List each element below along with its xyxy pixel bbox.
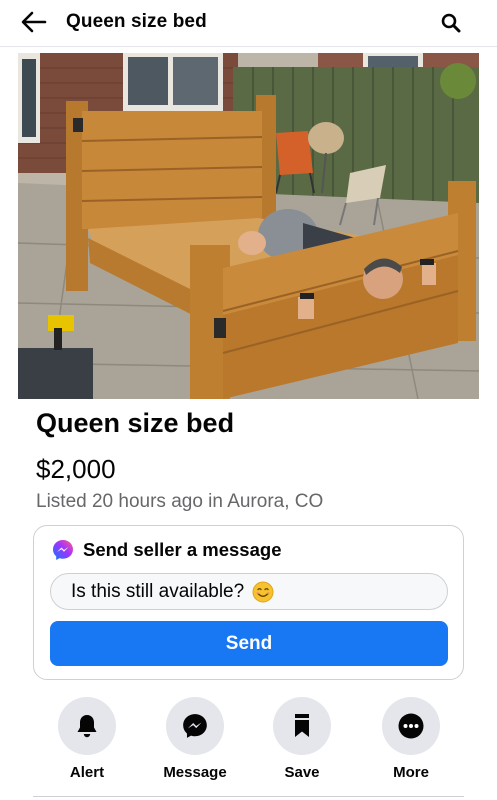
message-input-text: Is this still available? xyxy=(71,580,245,602)
message-card-heading: Send seller a message xyxy=(83,539,282,560)
alert-button[interactable] xyxy=(58,697,116,755)
search-button[interactable] xyxy=(438,10,464,36)
message-action[interactable]: Message xyxy=(150,697,240,781)
top-bar: Queen size bed xyxy=(0,0,497,46)
send-button[interactable]: Send xyxy=(50,621,448,666)
smiling-emoji-icon xyxy=(252,581,274,602)
section-divider xyxy=(33,796,464,797)
more-action[interactable]: More xyxy=(366,697,456,781)
action-bar: Alert Message Save More xyxy=(0,697,497,787)
bell-icon xyxy=(77,715,97,738)
message-seller-card: Send seller a message Is this still avai… xyxy=(33,525,464,680)
save-button[interactable] xyxy=(273,697,331,755)
back-button[interactable] xyxy=(20,10,48,34)
messenger-icon xyxy=(183,714,207,738)
listing-meta[interactable]: Listed 20 hours ago in Aurora, CO xyxy=(36,491,323,513)
listing-photo[interactable] xyxy=(18,53,479,399)
message-input[interactable]: Is this still available? xyxy=(50,573,448,610)
header-divider xyxy=(0,46,497,47)
more-dots-icon xyxy=(398,713,424,739)
save-action[interactable]: Save xyxy=(257,697,347,781)
bookmark-icon xyxy=(295,714,309,737)
listing-price: $2,000 xyxy=(36,454,116,484)
message-button[interactable] xyxy=(166,697,224,755)
message-card-header: Send seller a message xyxy=(52,539,281,561)
listing-title: Queen size bed xyxy=(36,408,235,438)
page-title: Queen size bed xyxy=(66,11,207,32)
back-arrow-icon xyxy=(21,11,47,33)
alert-action[interactable]: Alert xyxy=(42,697,132,781)
more-label: More xyxy=(393,764,429,781)
messenger-icon xyxy=(53,540,73,560)
message-label: Message xyxy=(163,764,227,781)
alert-label: Alert xyxy=(69,764,105,781)
save-label: Save xyxy=(284,764,320,781)
search-icon xyxy=(441,13,461,33)
more-button[interactable] xyxy=(382,697,440,755)
